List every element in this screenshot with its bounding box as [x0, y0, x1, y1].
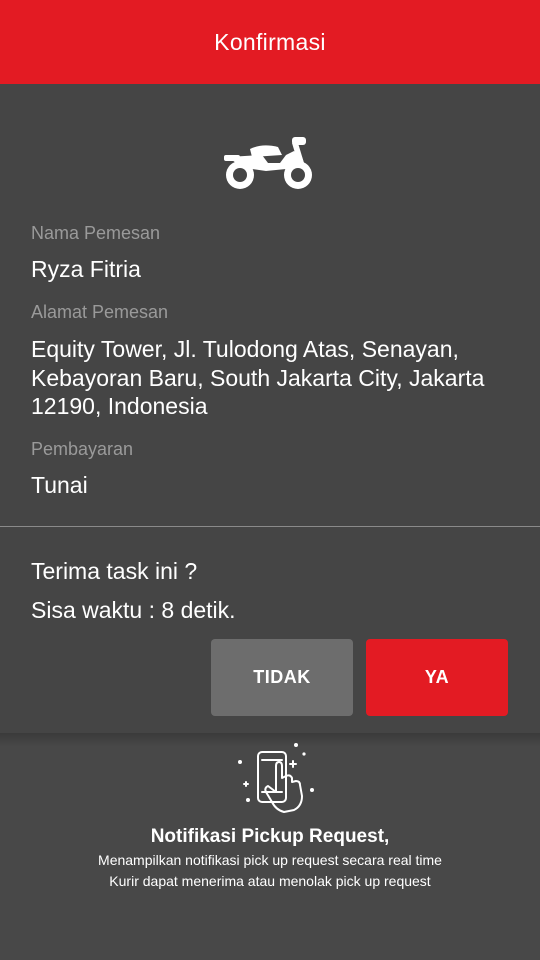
payment-label: Pembayaran — [31, 439, 134, 459]
accept-button[interactable]: YA — [366, 639, 508, 716]
promo-description-line-2: Kurir dapat menerima atau menolak pick u… — [109, 873, 431, 889]
customer-name-value: Ryza Fitria — [31, 256, 141, 282]
app-screen: Konfirmasi Nama Pemesan Ryza Fitria Alam… — [0, 0, 540, 960]
top-bar: Konfirmasi — [0, 0, 540, 84]
motorcycle-icon — [224, 137, 312, 189]
countdown-text: Sisa waktu : 8 detik. — [31, 597, 236, 623]
payment-value: Tunai — [31, 472, 88, 498]
customer-name-label: Nama Pemesan — [31, 223, 161, 243]
reject-button[interactable]: TIDAK — [211, 639, 353, 716]
confirmation-card: Nama Pemesan Ryza Fitria Alamat Pemesan … — [0, 84, 540, 733]
promo-title: Notifikasi Pickup Request, — [150, 826, 390, 847]
customer-address-label: Alamat Pemesan — [31, 302, 169, 322]
customer-address-value: Equity Tower, Jl. Tulodong Atas, Senayan… — [31, 336, 485, 419]
promo-description-line-1: Menampilkan notifikasi pick up request s… — [98, 852, 442, 868]
phone-tap-icon — [238, 743, 314, 813]
accept-question: Terima task ini ? — [31, 558, 198, 584]
page-title: Konfirmasi — [214, 28, 326, 55]
section-divider — [0, 526, 540, 527]
